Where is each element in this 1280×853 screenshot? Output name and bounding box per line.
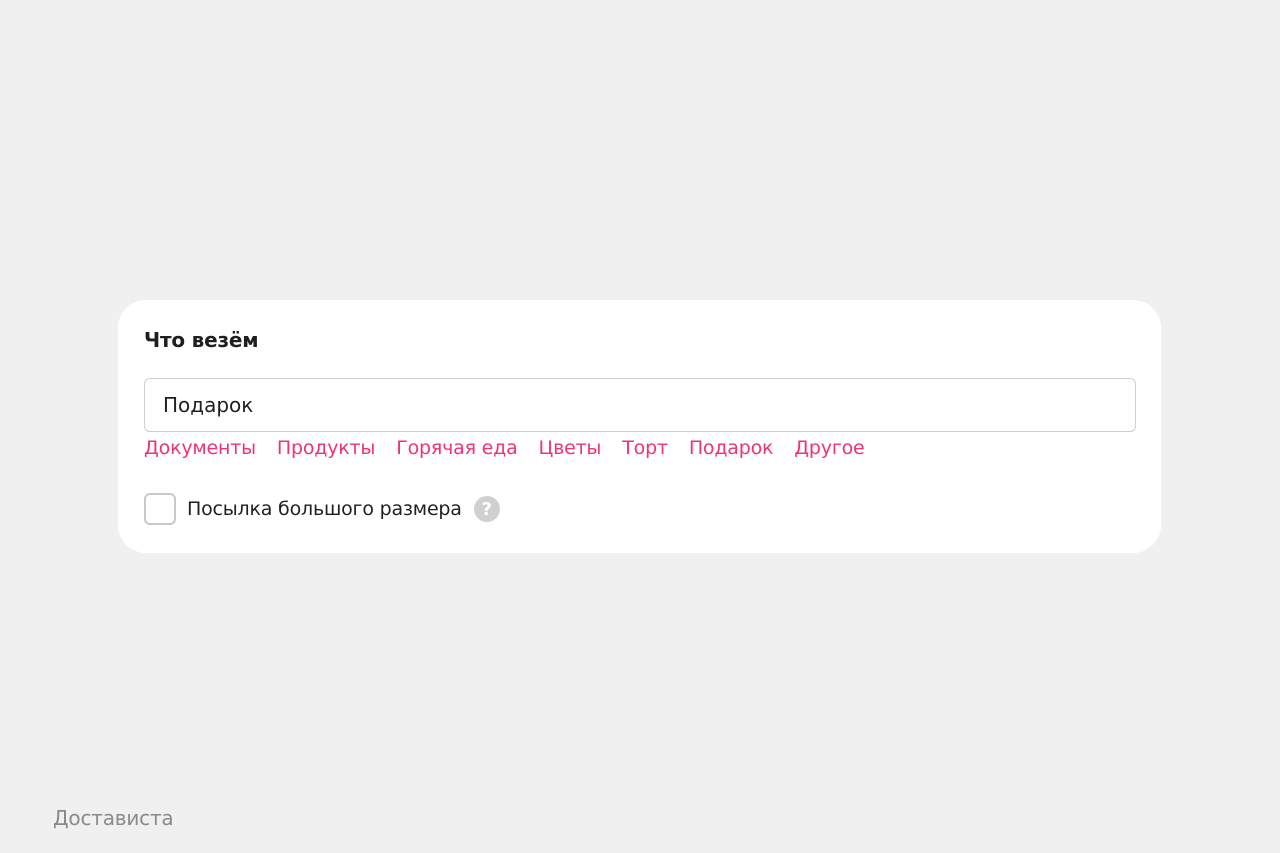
footer-brand: Достависта (53, 806, 174, 830)
suggestion-chip-cake[interactable]: Торт (622, 437, 668, 459)
suggestion-chip-flowers[interactable]: Цветы (539, 437, 602, 459)
cargo-description-input[interactable] (144, 378, 1136, 432)
what-we-carry-card: Что везём Документы Продукты Горячая еда… (118, 300, 1161, 553)
suggestion-chip-other[interactable]: Другое (794, 437, 864, 459)
suggestion-chips: Документы Продукты Горячая еда Цветы Тор… (144, 437, 865, 459)
large-parcel-label[interactable]: Посылка большого размера (187, 498, 462, 520)
suggestion-chip-gift[interactable]: Подарок (689, 437, 774, 459)
large-parcel-checkbox[interactable] (144, 493, 176, 525)
suggestion-chip-hot-food[interactable]: Горячая еда (396, 437, 518, 459)
suggestion-chip-products[interactable]: Продукты (277, 437, 376, 459)
section-title: Что везём (144, 328, 259, 352)
help-question-icon[interactable]: ? (473, 496, 500, 522)
suggestion-chip-documents[interactable]: Документы (144, 437, 256, 459)
large-parcel-row: Посылка большого размера ? (144, 493, 500, 525)
